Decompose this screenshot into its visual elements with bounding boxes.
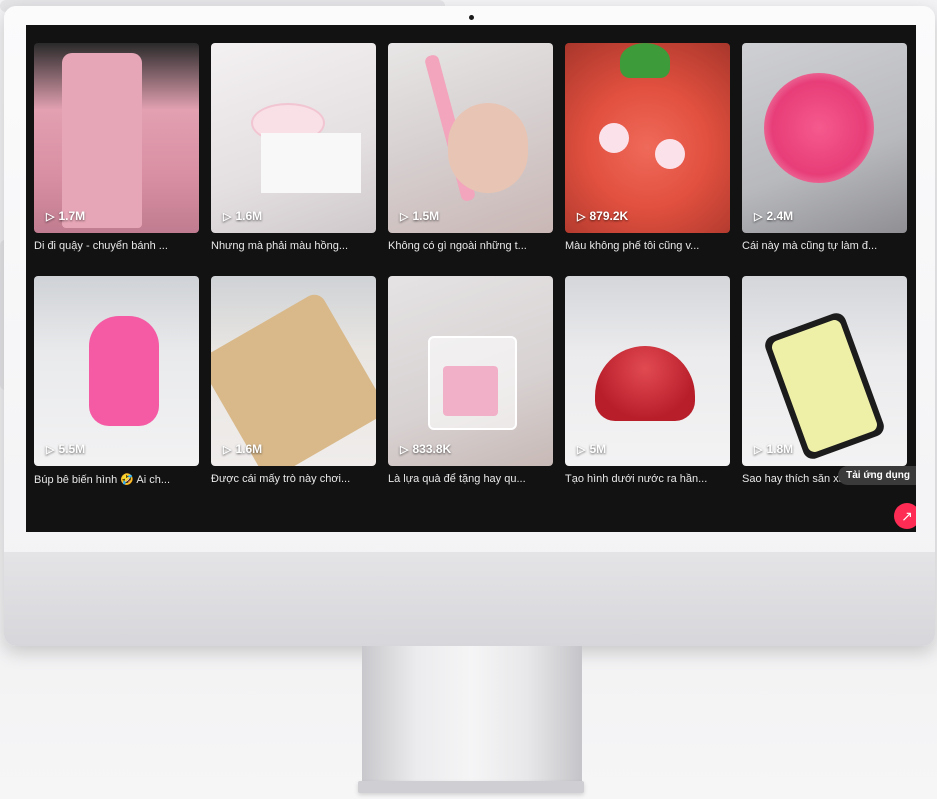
video-caption[interactable]: Không có gì ngoài những t... (388, 240, 550, 252)
box-shape (261, 133, 361, 193)
eye-shape (599, 123, 629, 153)
video-caption[interactable]: Là lựa quà để tặng hay qu... (388, 473, 550, 485)
video-card[interactable]: ▷ 1.6M Được cái mấy trò này chơi... (211, 276, 376, 485)
camera-dot (469, 15, 474, 20)
video-card[interactable]: ▷ 879.2K Màu không phế tôi cũng v... (565, 43, 730, 252)
play-icon: ▷ (46, 210, 55, 223)
video-caption[interactable]: Tạo hình dưới nước ra hần... (565, 473, 727, 485)
pink-doll-shape (89, 316, 159, 426)
video-thumbnail[interactable]: ▷ 1.8M (742, 276, 907, 466)
apron-shape (62, 53, 142, 228)
monitor-chin (4, 552, 935, 646)
view-count: ▷ 5.5M (46, 442, 86, 456)
eye-shape (655, 139, 685, 169)
video-thumbnail[interactable]: ▷ 833.8K (388, 276, 553, 466)
pink-bowl-shape (764, 73, 874, 183)
video-card[interactable]: ▷ 5.5M Búp bê biến hình 🤣 Ai ch... (34, 276, 199, 486)
red-cake-shape (595, 346, 695, 421)
play-icon: ▷ (577, 210, 586, 223)
video-caption[interactable]: Di đi quậy - chuyển bánh ... (34, 240, 196, 252)
video-card[interactable]: ▷ 1.6M Nhưng mà phải màu hồng... (211, 43, 376, 252)
video-thumbnail[interactable]: ▷ 5.5M (34, 276, 199, 466)
video-card[interactable]: ▷ 2.4M Cái này mà cũng tự làm đ... (742, 43, 907, 252)
video-thumbnail[interactable]: ▷ 1.5M (388, 43, 553, 233)
play-icon: ▷ (577, 443, 586, 456)
video-caption[interactable]: Được cái mấy trò này chơi... (211, 473, 373, 485)
view-count: ▷ 833.8K (400, 442, 452, 456)
tiktok-share-icon[interactable]: ↗ (894, 503, 916, 529)
play-icon: ▷ (223, 210, 232, 223)
view-count: ▷ 1.6M (223, 209, 263, 223)
monitor-stand-foot (358, 781, 584, 793)
play-icon: ▷ (223, 443, 232, 456)
gift-inner-shape (443, 366, 498, 416)
video-caption[interactable]: Búp bê biến hình 🤣 Ai ch... (34, 473, 196, 486)
hand-shape (448, 103, 528, 193)
video-caption[interactable]: Cái này mà cũng tự làm đ... (742, 240, 904, 252)
view-count: ▷ 1.5M (400, 209, 440, 223)
video-thumbnail[interactable]: ▷ 879.2K (565, 43, 730, 233)
video-card[interactable]: ▷ 1.7M Di đi quậy - chuyển bánh ... (34, 43, 199, 252)
video-thumbnail[interactable]: ▷ 2.4M (742, 43, 907, 233)
phone-back-shape (770, 318, 879, 454)
video-caption[interactable]: Màu không phế tôi cũng v... (565, 240, 727, 252)
view-count: ▷ 1.8M (754, 442, 794, 456)
view-count: ▷ 2.4M (754, 209, 794, 223)
view-count: ▷ 879.2K (577, 209, 629, 223)
monitor-stand (362, 646, 582, 781)
play-icon: ▷ (754, 443, 763, 456)
play-icon: ▷ (400, 210, 409, 223)
view-count: ▷ 1.6M (223, 442, 263, 456)
phone-shape (762, 310, 887, 462)
screen: ▷ 1.7M Di đi quậy - chuyển bánh ... ▷ 1.6M… (26, 25, 916, 532)
video-card[interactable]: ▷ 1.8M Sao hay thích săn xa-le q... (742, 276, 907, 485)
get-app-button[interactable]: Tải ứng dụng (838, 466, 916, 485)
leaf-shape (620, 43, 670, 78)
video-card[interactable]: ▷ 5M Tạo hình dưới nước ra hần... (565, 276, 730, 485)
view-count: ▷ 5M (577, 442, 607, 456)
wooden-board-shape (211, 290, 376, 466)
video-thumbnail[interactable]: ▷ 1.6M (211, 276, 376, 466)
play-icon: ▷ (46, 443, 55, 456)
video-card[interactable]: ▷ 833.8K Là lựa quà để tặng hay qu... (388, 276, 553, 485)
video-thumbnail[interactable]: ▷ 1.7M (34, 43, 199, 233)
play-icon: ▷ (400, 443, 409, 456)
video-card[interactable]: ▷ 1.5M Không có gì ngoài những t... (388, 43, 553, 252)
video-thumbnail[interactable]: ▷ 5M (565, 276, 730, 466)
view-count: ▷ 1.7M (46, 209, 86, 223)
video-caption[interactable]: Nhưng mà phải màu hồng... (211, 240, 373, 252)
video-thumbnail[interactable]: ▷ 1.6M (211, 43, 376, 233)
play-icon: ▷ (754, 210, 763, 223)
